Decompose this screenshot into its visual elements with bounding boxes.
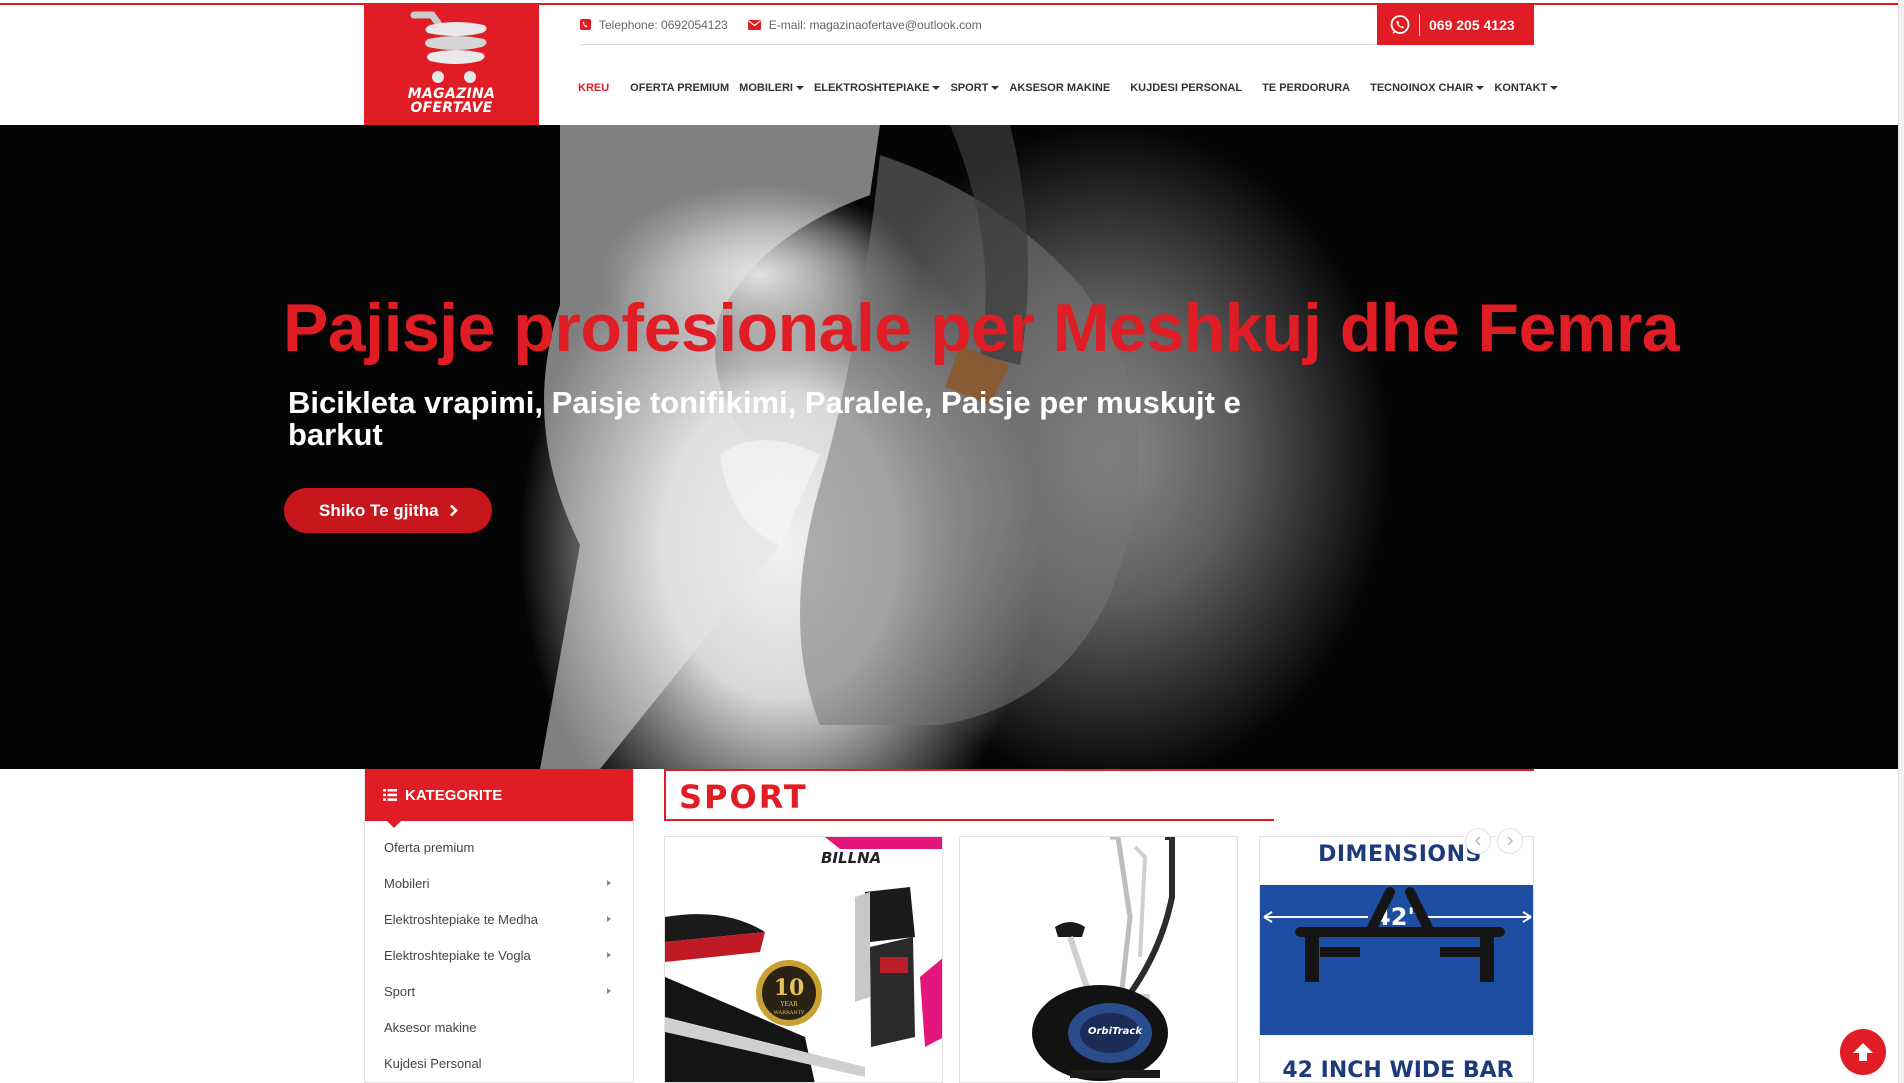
nav-item-label: KREU bbox=[578, 82, 610, 94]
warranty-badge-warranty: WARRANTY bbox=[774, 1010, 805, 1016]
section-title: SPORT bbox=[679, 778, 808, 816]
email-text: E-mail: magazinaofertave@outlook.com bbox=[768, 17, 982, 32]
dimensions-heading: DIMENSIONS bbox=[1318, 842, 1482, 867]
logo[interactable]: MAGAZINA OFERTAVE bbox=[364, 5, 539, 125]
nav-item-label: MOBILERI bbox=[739, 82, 793, 94]
view-all-label: Shiko Te gjitha bbox=[319, 500, 439, 520]
nav-item-tecnoinox-chair[interactable]: TECNOINOX CHAIR bbox=[1370, 82, 1485, 94]
chevron-right-icon bbox=[449, 504, 458, 517]
whatsapp-icon bbox=[1390, 15, 1410, 34]
whatsapp-separator bbox=[1419, 14, 1420, 36]
nav-item-te-perdorura[interactable]: TE PERDORURA bbox=[1262, 82, 1350, 94]
contact-email[interactable]: E-mail: magazinaofertave@outlook.com bbox=[747, 17, 982, 32]
hero-banner: Pajisje profesionale per Meshkuj dhe Fem… bbox=[0, 125, 1898, 769]
nav-item-label: AKSESOR MAKINE bbox=[1009, 82, 1111, 94]
hero-subtitle: Bicikleta vrapimi, Paisje tonifikimi, Pa… bbox=[288, 385, 1241, 452]
pullup-bar-image: DIMENSIONS 42" 42 INCH WIDE BAR bbox=[1260, 842, 1533, 1083]
nav-item-label: SPORT bbox=[950, 82, 989, 94]
caret-right-icon bbox=[607, 988, 611, 994]
carousel-prev-button[interactable] bbox=[1465, 828, 1491, 854]
caret-down-icon bbox=[1476, 86, 1485, 90]
sidebar-item-kujdesi-personal[interactable]: Kujdesi Personal bbox=[365, 1045, 633, 1081]
elliptical-bike-image: OrbiTrack bbox=[1032, 837, 1175, 1081]
carousel-next-button[interactable] bbox=[1497, 828, 1523, 854]
contact-phone[interactable]: Telephone: 0692054123 bbox=[580, 18, 728, 32]
caret-down-icon bbox=[991, 86, 1000, 90]
view-all-button[interactable]: Shiko Te gjitha bbox=[284, 488, 492, 533]
arrow-up-icon bbox=[1853, 1043, 1873, 1061]
sidebar-item-elektroshtepiake-te-medha[interactable]: Elektroshtepiake te Medha bbox=[365, 901, 633, 937]
nav-item-label: TE PERDORURA bbox=[1262, 82, 1351, 94]
category-sidebar: KATEGORITE Oferta premium Mobileri Elektro… bbox=[364, 769, 634, 1083]
sidebar-item-label: Oferta premium bbox=[384, 839, 475, 855]
sidebar-header: KATEGORITE bbox=[365, 769, 633, 828]
sidebar-item-aksesor-makine[interactable]: Aksesor makine bbox=[365, 1009, 633, 1045]
nav-item-label: ELEKTROSHTEPIAKE bbox=[813, 82, 930, 94]
chevron-right-icon bbox=[1507, 836, 1514, 846]
category-list: Oferta premium Mobileri Elektroshtepiake t… bbox=[365, 829, 633, 1081]
product-card-pullup-bar[interactable]: DIMENSIONS 42" 42 INCH WIDE BAR bbox=[1259, 836, 1534, 1083]
sidebar-item-label: Elektroshtepiake te Medha bbox=[384, 911, 538, 927]
hero-title: Pajisje profesionale per Meshkuj dhe Fem… bbox=[283, 290, 1680, 366]
nav-item-label: OFERTA PREMIUM bbox=[630, 82, 730, 94]
phone-icon bbox=[580, 19, 591, 30]
nav-item-aksesor-makine[interactable]: AKSESOR MAKINE bbox=[1009, 82, 1110, 94]
nav-item-kontakt[interactable]: KONTAKT bbox=[1494, 82, 1559, 94]
sidebar-item-label: Mobileri bbox=[384, 875, 430, 891]
product-brand-text: OrbiTrack bbox=[1088, 1026, 1143, 1037]
sidebar-item-elektroshtepiake-te-vogla[interactable]: Elektroshtepiake te Vogla bbox=[365, 937, 633, 973]
main-nav: KREU OFERTA PREMIUM MOBILERI ELEKTROSHTEPIA… bbox=[578, 78, 1559, 98]
caret-down-icon bbox=[795, 86, 804, 90]
logo-text-line1: MAGAZINA bbox=[407, 86, 496, 102]
page-scrollbar[interactable] bbox=[1898, 0, 1904, 1083]
shopping-cart-logo-icon bbox=[410, 11, 487, 83]
sidebar-item-label: Sport bbox=[384, 983, 416, 999]
nav-item-oferta-premium[interactable]: OFERTA PREMIUM bbox=[630, 82, 729, 94]
nav-item-kreu[interactable]: KREU bbox=[578, 82, 609, 94]
sidebar-item-label: Kujdesi Personal bbox=[384, 1055, 482, 1071]
chevron-left-icon bbox=[1474, 836, 1481, 846]
caret-right-icon bbox=[607, 952, 611, 958]
warranty-badge-year: YEAR bbox=[779, 1001, 798, 1008]
whatsapp-button[interactable]: 069 205 4123 bbox=[1377, 5, 1534, 45]
nav-item-label: KONTAKT bbox=[1494, 82, 1548, 94]
sidebar-title: KATEGORITE bbox=[405, 786, 503, 804]
phone-text: Telephone: 0692054123 bbox=[599, 17, 728, 32]
sidebar-item-oferta-premium[interactable]: Oferta premium bbox=[365, 829, 633, 865]
sidebar-item-label: Elektroshtepiake te Vogla bbox=[384, 947, 531, 963]
warranty-badge-number: 10 bbox=[774, 975, 805, 1001]
nav-item-label: TECNOINOX CHAIR bbox=[1370, 82, 1474, 94]
logo-text-line2: OFERTAVE bbox=[410, 100, 493, 116]
caret-down-icon bbox=[932, 86, 941, 90]
nav-item-elektroshtepiake[interactable]: ELEKTROSHTEPIAKE bbox=[814, 82, 941, 94]
product-brand-text: BILLNA bbox=[821, 849, 881, 867]
envelope-icon bbox=[747, 19, 761, 30]
nav-item-kujdesi-personal[interactable]: KUJDESI PERSONAL bbox=[1130, 82, 1242, 94]
product-card-elliptical[interactable]: OrbiTrack bbox=[959, 836, 1238, 1083]
list-icon bbox=[383, 789, 397, 801]
product-card-treadmill[interactable]: BILLNA 10 YEAR WARRANTY bbox=[664, 836, 943, 1083]
nav-item-sport[interactable]: SPORT bbox=[950, 82, 1000, 94]
sidebar-item-sport[interactable]: Sport bbox=[365, 973, 633, 1009]
whatsapp-number: 069 205 4123 bbox=[1429, 17, 1515, 33]
nav-item-label: KUJDESI PERSONAL bbox=[1130, 82, 1243, 94]
caret-right-icon bbox=[607, 880, 611, 886]
caret-right-icon bbox=[607, 916, 611, 922]
bar-width-caption: 42 INCH WIDE BAR bbox=[1282, 1058, 1513, 1083]
nav-item-mobileri[interactable]: MOBILERI bbox=[739, 82, 804, 94]
sidebar-item-label: Aksesor makine bbox=[384, 1019, 477, 1035]
sidebar-item-mobileri[interactable]: Mobileri bbox=[365, 865, 633, 901]
scroll-to-top-button[interactable] bbox=[1840, 1029, 1886, 1075]
treadmill-image: BILLNA 10 YEAR WARRANTY bbox=[665, 837, 942, 1082]
caret-down-icon bbox=[1550, 86, 1559, 90]
